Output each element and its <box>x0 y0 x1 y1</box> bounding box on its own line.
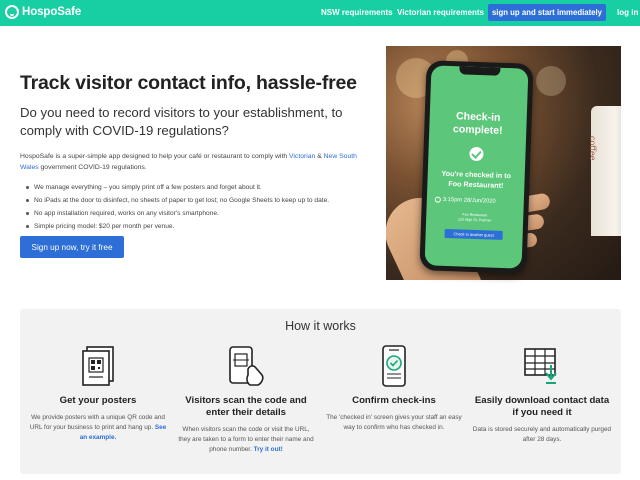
check-circle-icon <box>469 146 484 162</box>
logo[interactable]: HospoSafe <box>5 5 81 19</box>
checkin-venue: Foo Restaurant! <box>448 179 504 190</box>
step-title: Easily download contact data if you need… <box>474 395 610 418</box>
hero-title: Track visitor contact info, hassle-free <box>20 72 357 94</box>
feature-item: Simple pricing model: $20 per month per … <box>24 220 329 233</box>
top-nav: HospoSafe NSW requirements Victorian req… <box>0 0 640 26</box>
feature-item: We manage everything – you simply print … <box>24 181 329 194</box>
signup-nav-button[interactable]: sign up and start immediately <box>488 4 606 21</box>
desc-text: & <box>315 153 324 160</box>
hero-description: HospoSafe is a super-simple app designed… <box>20 152 370 173</box>
bokeh-light <box>536 66 566 96</box>
step-description: The 'checked in' screen gives your staff… <box>326 414 462 431</box>
checkin-time: 3:15pm 28/Jun/2020 <box>434 196 496 205</box>
feature-item: No iPads at the door to disinfect, no sh… <box>24 194 329 207</box>
hero-subtitle: Do you need to record visitors to your e… <box>20 105 343 138</box>
nav-link-nsw[interactable]: NSW requirements <box>321 8 393 17</box>
victorian-link[interactable]: Victorian <box>289 153 315 160</box>
section-title: How it works <box>285 319 356 333</box>
step-description: We provide posters with a unique QR code… <box>28 413 168 443</box>
step-description: When visitors scan the code or visit the… <box>176 425 316 455</box>
cup-text: coffee <box>588 136 597 161</box>
phone-scan-icon <box>226 345 266 387</box>
step-desc-text: We provide posters with a unique QR code… <box>29 414 165 431</box>
checkin-title-line: complete! <box>452 123 503 137</box>
checkin-title: Check-in complete! <box>429 109 527 138</box>
phone-check-icon <box>374 345 414 387</box>
feature-list: We manage everything – you simply print … <box>24 181 329 233</box>
address-line: 123 High St, Prahran <box>457 217 492 223</box>
step-visitors-scan: Visitors scan the code and enter their d… <box>176 345 316 455</box>
how-it-works-section: How it works Get your posters We provide… <box>20 309 621 474</box>
login-link[interactable]: log in <box>617 8 638 17</box>
download-spreadsheet-icon <box>522 345 562 387</box>
step-title: Confirm check-ins <box>352 395 436 406</box>
coffee-cup: coffee <box>588 106 621 236</box>
signup-hero-button[interactable]: Sign up now, try it free <box>20 236 124 258</box>
phone-mockup: Check-in complete! You're checked in to F… <box>419 60 534 274</box>
venue-address: Foo Restaurant 123 High St, Prahran <box>426 211 523 224</box>
desc-text: HospoSafe is a super-simple app designed… <box>20 153 289 160</box>
feature-item: No app installation required, works on a… <box>24 207 329 220</box>
step-download-data: Easily download contact data if you need… <box>472 345 612 445</box>
poster-qr-icon <box>78 345 118 387</box>
step-confirm-checkins: Confirm check-ins The 'checked in' scree… <box>324 345 464 433</box>
phone-screen: Check-in complete! You're checked in to F… <box>424 65 529 269</box>
checkin-title-line: Check-in <box>455 110 501 124</box>
smiley-logo-icon <box>5 5 19 19</box>
checkin-time-text: 3:15pm 28/Jun/2020 <box>442 196 496 205</box>
phone-notch <box>459 66 501 76</box>
step-title: Visitors scan the code and enter their d… <box>185 395 307 418</box>
step-title: Get your posters <box>59 395 137 406</box>
nav-link-victorian[interactable]: Victorian requirements <box>397 8 484 17</box>
clock-icon <box>434 196 441 203</box>
step-get-posters: Get your posters We provide posters with… <box>28 345 168 443</box>
step-description: Data is stored securely and automaticall… <box>472 426 612 443</box>
desc-text: government COVID-19 regulations. <box>38 163 147 171</box>
logo-text: HospoSafe <box>22 6 82 18</box>
try-it-out-link[interactable]: Try it out! <box>254 446 283 453</box>
checkin-another-button[interactable]: Check-in another guest <box>444 228 503 240</box>
step-desc-text: When visitors scan the code or visit the… <box>178 426 314 453</box>
